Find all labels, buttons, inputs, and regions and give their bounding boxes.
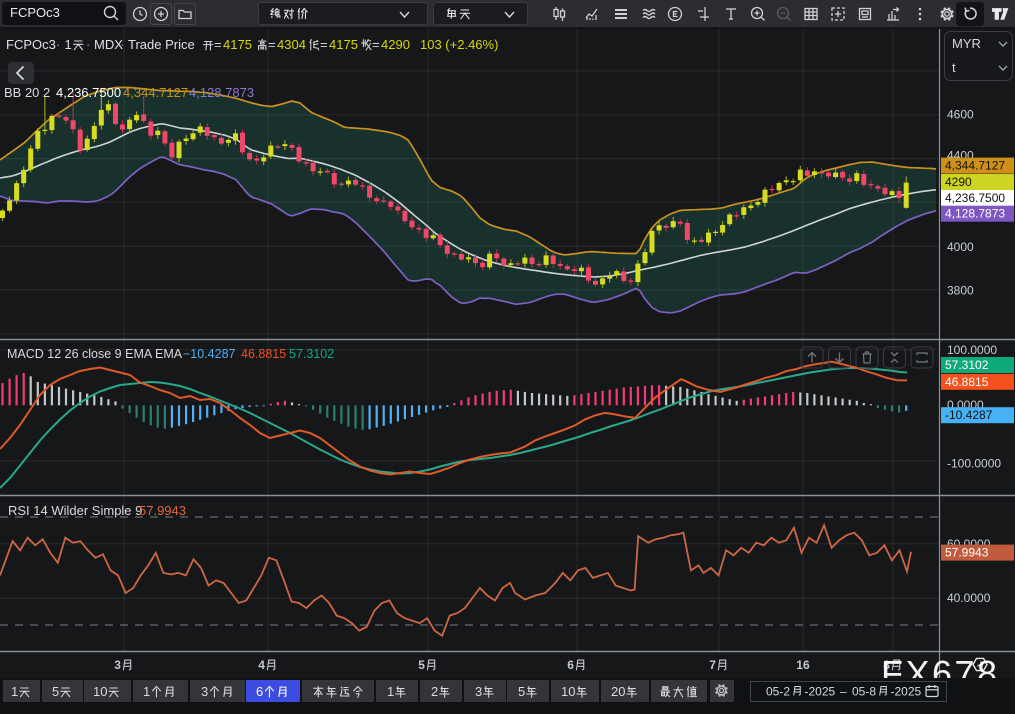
svg-text:-100.0000: -100.0000 (947, 456, 1001, 470)
svg-text:16: 16 (796, 658, 810, 672)
svg-text:MACD 12 26 close 9 EMA EMA: MACD 12 26 close 9 EMA EMA (7, 347, 183, 361)
svg-text:2: 2 (611, 684, 618, 699)
svg-text:Trade Price: Trade Price (128, 37, 195, 52)
svg-text:4175: 4175 (223, 37, 252, 52)
svg-text:100.0000: 100.0000 (947, 343, 997, 357)
svg-text:103 (+2.46%): 103 (+2.46%) (420, 37, 498, 52)
svg-text:–: – (840, 685, 847, 699)
svg-text:=: = (320, 37, 328, 52)
svg-text:·: · (86, 37, 90, 52)
svg-text:-2025: -2025 (891, 685, 922, 699)
svg-text:1: 1 (387, 684, 394, 699)
svg-text:=: = (372, 37, 380, 52)
svg-text:4175: 4175 (329, 37, 358, 52)
svg-text:=: = (214, 37, 222, 52)
svg-text:4600: 4600 (947, 108, 974, 122)
svg-text:57.9943: 57.9943 (139, 503, 186, 518)
svg-text:1: 1 (93, 684, 100, 699)
svg-text:4290: 4290 (945, 175, 972, 189)
svg-text:2: 2 (431, 684, 438, 699)
svg-text:1: 1 (65, 37, 72, 52)
svg-text:3: 3 (475, 684, 482, 699)
svg-text:40.0000: 40.0000 (947, 591, 991, 605)
svg-text:57.3102: 57.3102 (289, 347, 334, 361)
svg-text:1: 1 (11, 684, 18, 699)
svg-text:4,128.7873: 4,128.7873 (189, 85, 254, 100)
svg-text:MYR: MYR (952, 36, 981, 51)
svg-text:4,344.7127: 4,344.7127 (945, 159, 1005, 173)
svg-text:t: t (952, 60, 956, 75)
svg-text:5: 5 (418, 658, 425, 672)
svg-text:4000: 4000 (947, 240, 974, 254)
svg-text:FCPOc3: FCPOc3 (6, 37, 56, 52)
svg-text:5: 5 (52, 684, 59, 699)
svg-text:4,236.7500: 4,236.7500 (945, 191, 1005, 205)
svg-text:·: · (120, 37, 124, 52)
svg-text:RSI 14 Wilder Simple 9: RSI 14 Wilder Simple 9 (8, 503, 142, 518)
svg-text:4: 4 (258, 658, 265, 672)
svg-text:4,128.7873: 4,128.7873 (945, 207, 1005, 221)
svg-text:57.3102: 57.3102 (945, 358, 989, 372)
svg-text:7: 7 (709, 658, 716, 672)
svg-text:1: 1 (143, 684, 150, 699)
svg-text:3: 3 (201, 684, 208, 699)
svg-text:5: 5 (518, 684, 525, 699)
svg-text:-2025: -2025 (805, 685, 836, 699)
svg-text:0: 0 (618, 684, 625, 699)
svg-text:1: 1 (561, 684, 568, 699)
svg-text:MDX: MDX (94, 37, 123, 52)
svg-text:=: = (268, 37, 276, 52)
svg-text:46.8815: 46.8815 (945, 375, 989, 389)
svg-text:BB 20 2: BB 20 2 (4, 85, 50, 100)
svg-text:4304: 4304 (277, 37, 306, 52)
svg-text:−10.4287: −10.4287 (183, 347, 236, 361)
svg-text:6: 6 (256, 684, 263, 699)
svg-text:-10.4287: -10.4287 (945, 408, 993, 422)
svg-text:05-2: 05-2 (766, 685, 790, 699)
svg-text:57.9943: 57.9943 (945, 546, 989, 560)
svg-text:3800: 3800 (947, 284, 974, 298)
svg-text:·: · (56, 37, 60, 52)
svg-text:6: 6 (567, 658, 574, 672)
svg-text:4,344.7127: 4,344.7127 (123, 85, 188, 100)
svg-text:3: 3 (114, 658, 121, 672)
svg-text:4,236.7500: 4,236.7500 (56, 85, 121, 100)
svg-text:05-8: 05-8 (852, 685, 876, 699)
svg-text:0: 0 (568, 684, 575, 699)
svg-text:4290: 4290 (381, 37, 410, 52)
svg-text:0: 0 (100, 684, 107, 699)
svg-text:46.8815: 46.8815 (241, 347, 286, 361)
